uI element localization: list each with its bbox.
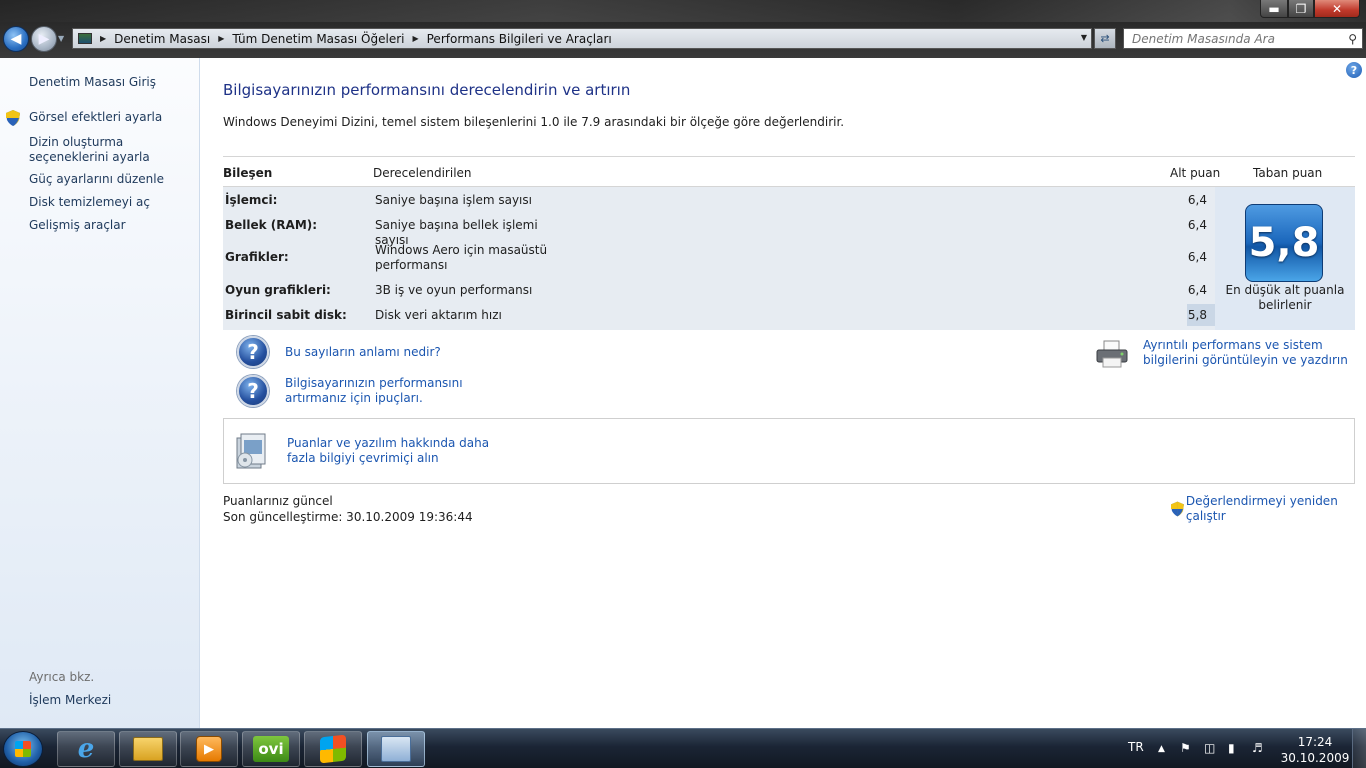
rerun-assessment-label[interactable]: Değerlendirmeyi yeniden çalıştır (1186, 494, 1366, 524)
component-desc: Disk veri aktarım hızı (375, 308, 502, 322)
breadcrumb-performance[interactable]: Performans Bilgileri ve Araçları (427, 32, 612, 46)
maximize-button[interactable]: ❐ (1288, 0, 1314, 18)
forward-button[interactable]: ▶ (31, 26, 57, 52)
header-rated: Derecelendirilen (373, 166, 472, 180)
main-content: ? Bilgisayarınızın performansını derecel… (201, 58, 1366, 728)
windows-update-icon (320, 734, 346, 764)
taskbar-windows-explorer[interactable] (119, 731, 177, 767)
question-icon: ? (237, 375, 269, 407)
score-table: Bileşen Derecelendirilen Alt puan Taban … (223, 156, 1355, 330)
clock-time[interactable]: 17:24 (1290, 735, 1340, 749)
status-last-update: Son güncelleştirme: 30.10.2009 19:36:44 (223, 510, 473, 524)
base-score-badge: 5,8 (1245, 204, 1323, 282)
action-center-flag-icon[interactable]: ⚑ (1180, 741, 1191, 755)
help-button[interactable]: ? (1346, 62, 1362, 78)
table-body: İşlemci: Saniye başına işlem sayısı 6,4 … (223, 187, 1355, 330)
search-icon[interactable]: ⚲ (1348, 32, 1357, 46)
performance-tips-link[interactable]: Bilgisayarınızın performansını artırmanı… (285, 376, 515, 406)
chevron-right-icon[interactable]: ▶ (218, 34, 224, 43)
start-button[interactable] (3, 731, 43, 767)
show-desktop-button[interactable] (1352, 729, 1366, 768)
uac-shield-icon (6, 110, 20, 126)
base-score-caption: En düşük alt puanla belirlenir (1225, 283, 1345, 312)
close-button[interactable]: ✕ (1314, 0, 1360, 18)
network-signal-icon[interactable]: ▮ (1228, 741, 1235, 755)
taskbar: e ▶ ovi TR ▲ ⚑ ◫ ▮ ♬ 17:24 30.10.2009 (0, 728, 1366, 768)
uac-shield-icon (1171, 501, 1184, 517)
media-player-icon: ▶ (196, 736, 222, 762)
page-title: Bilgisayarınızın performansını derecelen… (223, 81, 631, 99)
header-base-score: Taban puan (1253, 166, 1323, 180)
component-name: Bellek (RAM): (225, 218, 318, 232)
performance-info-icon (381, 736, 411, 762)
software-box-icon (236, 433, 266, 469)
clock-date[interactable]: 30.10.2009 (1280, 751, 1350, 765)
header-component: Bileşen (223, 166, 273, 180)
sidebar-item-indexing-options[interactable]: Dizin oluşturma seçeneklerini ayarla (29, 135, 194, 165)
chevron-right-icon[interactable]: ▶ (412, 34, 418, 43)
language-indicator[interactable]: TR (1128, 740, 1144, 754)
show-hidden-icons-icon[interactable]: ▲ (1158, 744, 1165, 754)
online-info-link[interactable]: Puanlar ve yazılım hakkında daha fazla b… (287, 436, 517, 466)
header-subscore: Alt puan (1170, 166, 1221, 180)
page-description: Windows Deneyimi Dizini, temel sistem bi… (223, 115, 845, 129)
search-input[interactable] (1132, 31, 1337, 46)
chevron-right-icon[interactable]: ▶ (100, 34, 106, 43)
window-titlebar: ▬ ❐ ✕ ◀ ▶ ▼ ▶ Denetim Masası ▶ Tüm Denet… (0, 0, 1366, 58)
component-name: Grafikler: (225, 250, 289, 264)
recent-pages-dropdown[interactable]: ▼ (58, 34, 64, 43)
search-box[interactable]: ⚲ (1123, 28, 1363, 49)
chevron-down-icon[interactable]: ▼ (1081, 33, 1087, 42)
action-center-link[interactable]: İşlem Merkezi (29, 693, 111, 708)
view-print-details-link[interactable]: Ayrıntılı performans ve sistem bilgileri… (1143, 338, 1358, 368)
online-info-box: Puanlar ve yazılım hakkında daha fazla b… (223, 418, 1355, 484)
arrow-right-icon: ▶ (38, 31, 50, 47)
subscore: 6,4 (1187, 193, 1207, 207)
address-bar[interactable]: ▶ Denetim Masası ▶ Tüm Denetim Masası Öğ… (72, 28, 1092, 49)
component-name: İşlemci: (225, 193, 278, 207)
taskbar-ovi[interactable]: ovi (242, 731, 300, 767)
ovi-icon: ovi (253, 736, 289, 762)
subscore: 6,4 (1187, 283, 1207, 297)
sidebar-item-visual-effects[interactable]: Görsel efektleri ayarla (29, 110, 162, 125)
question-icon: ? (237, 336, 269, 368)
component-name: Oyun grafikleri: (225, 283, 331, 297)
taskbar-windows-update[interactable] (304, 731, 362, 767)
arrow-left-icon: ◀ (10, 31, 22, 47)
minimize-button[interactable]: ▬ (1260, 0, 1288, 18)
what-do-numbers-mean-link[interactable]: Bu sayıların anlamı nedir? (285, 345, 441, 360)
subscore: 6,4 (1187, 218, 1207, 232)
volume-icon[interactable]: ♬ (1252, 741, 1263, 755)
refresh-button[interactable]: ⇄ (1094, 28, 1116, 49)
taskbar-internet-explorer[interactable]: e (57, 731, 115, 767)
breadcrumb-all-items[interactable]: Tüm Denetim Masası Öğeleri (232, 32, 404, 46)
component-name: Birincil sabit disk: (225, 308, 347, 322)
sidebar-item-power-settings[interactable]: Güç ayarlarını düzenle (29, 172, 164, 187)
rerun-assessment-link[interactable]: Değerlendirmeyi yeniden çalıştır (1171, 494, 1366, 524)
control-panel-icon (78, 33, 92, 44)
breadcrumb-control-panel[interactable]: Denetim Masası (114, 32, 210, 46)
status-current: Puanlarınız güncel (223, 494, 333, 508)
subscore: 6,4 (1187, 250, 1207, 264)
component-desc: Windows Aero için masaüstü performansı (375, 243, 548, 272)
component-desc: 3B iş ve oyun performansı (375, 283, 533, 297)
device-icon[interactable]: ◫ (1204, 741, 1215, 755)
folder-icon (133, 737, 163, 761)
component-desc: Saniye başına işlem sayısı (375, 193, 532, 207)
see-also-heading: Ayrıca bkz. (29, 670, 95, 684)
refresh-icon: ⇄ (1100, 32, 1110, 45)
control-panel-home-link[interactable]: Denetim Masası Giriş (29, 75, 156, 90)
back-button[interactable]: ◀ (3, 26, 29, 52)
subscore: 5,8 (1187, 308, 1207, 322)
taskbar-performance-info[interactable] (367, 731, 425, 767)
base-score-panel: 5,8 En düşük alt puanla belirlenir (1215, 187, 1355, 330)
sidebar-item-advanced-tools[interactable]: Gelişmiş araçlar (29, 218, 126, 233)
sidebar-item-disk-cleanup[interactable]: Disk temizlemeyi aç (29, 195, 150, 210)
taskbar-media-player[interactable]: ▶ (180, 731, 238, 767)
table-header: Bileşen Derecelendirilen Alt puan Taban … (223, 156, 1355, 187)
printer-icon (1096, 340, 1128, 368)
help-icon: ? (1350, 63, 1358, 77)
task-pane: Denetim Masası Giriş Görsel efektleri ay… (0, 58, 200, 728)
internet-explorer-icon: e (77, 734, 95, 764)
